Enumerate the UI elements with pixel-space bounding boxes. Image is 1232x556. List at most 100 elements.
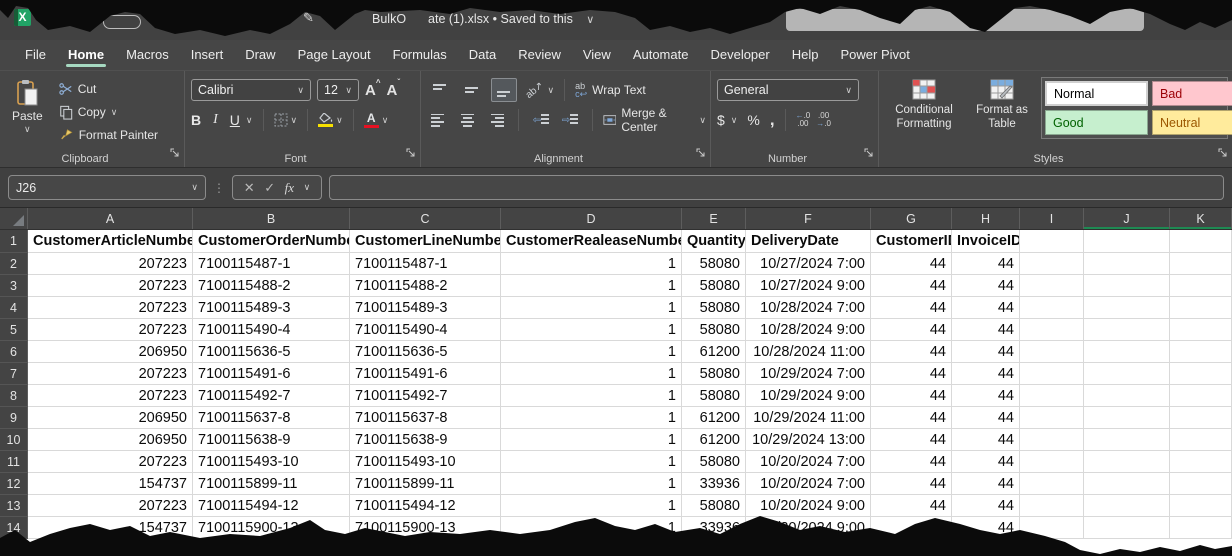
decrease-indent-button[interactable]: ⇦ [529, 108, 552, 132]
cut-button[interactable]: Cut [59, 79, 158, 99]
cell-G1[interactable]: CustomerID [871, 230, 952, 253]
cell-A7[interactable]: 207223 [28, 363, 193, 385]
cell-I14[interactable] [1020, 517, 1084, 539]
cell-I4[interactable] [1020, 297, 1084, 319]
cell-D12[interactable]: 1 [501, 473, 682, 495]
number-format-combo[interactable]: General ∨ [717, 79, 859, 101]
column-header-C[interactable]: C [350, 208, 501, 229]
cell-G12[interactable]: 44 [871, 473, 952, 495]
cell-I6[interactable] [1020, 341, 1084, 363]
cell-H1[interactable]: InvoiceID [952, 230, 1020, 253]
ribbon-tab-power-pivot[interactable]: Power Pivot [829, 40, 920, 70]
align-top-button[interactable] [427, 78, 453, 102]
cell-B2[interactable]: 7100115487-1 [193, 253, 350, 275]
cell-K2[interactable] [1170, 253, 1232, 275]
bold-button[interactable]: B [191, 112, 201, 128]
cell-I9[interactable] [1020, 407, 1084, 429]
cell-B3[interactable]: 7100115488-2 [193, 275, 350, 297]
cell-J3[interactable] [1084, 275, 1170, 297]
ribbon-tab-insert[interactable]: Insert [180, 40, 235, 70]
autosave-toggle[interactable] [103, 15, 141, 29]
cell-H12[interactable]: 44 [952, 473, 1020, 495]
currency-format-button[interactable]: $ [717, 112, 725, 128]
cell-I2[interactable] [1020, 253, 1084, 275]
cell-style-neutral[interactable]: Neutral [1152, 110, 1232, 135]
chevron-down-icon[interactable]: ∨ [304, 183, 311, 192]
cell-D5[interactable]: 1 [501, 319, 682, 341]
cell-A4[interactable]: 207223 [28, 297, 193, 319]
cell-K10[interactable] [1170, 429, 1232, 451]
cell-B4[interactable]: 7100115489-3 [193, 297, 350, 319]
decrease-decimal-button[interactable]: .00→.0 [816, 112, 831, 128]
ribbon-tab-page-layout[interactable]: Page Layout [287, 40, 382, 70]
cell-G2[interactable]: 44 [871, 253, 952, 275]
cell-E1[interactable]: Quantity [682, 230, 746, 253]
column-header-I[interactable]: I [1020, 208, 1084, 229]
cell-G11[interactable]: 44 [871, 451, 952, 473]
cell-H8[interactable]: 44 [952, 385, 1020, 407]
cell-I12[interactable] [1020, 473, 1084, 495]
cell-F13[interactable]: 10/20/2024 9:00 [746, 495, 871, 517]
cell-D7[interactable]: 1 [501, 363, 682, 385]
cell-J5[interactable] [1084, 319, 1170, 341]
cell-E4[interactable]: 58080 [682, 297, 746, 319]
cell-J2[interactable] [1084, 253, 1170, 275]
cell-B6[interactable]: 7100115636-5 [193, 341, 350, 363]
column-header-B[interactable]: B [193, 208, 350, 229]
cell-F7[interactable]: 10/29/2024 7:00 [746, 363, 871, 385]
cell-J12[interactable] [1084, 473, 1170, 495]
ribbon-tab-macros[interactable]: Macros [115, 40, 180, 70]
cell-style-normal[interactable]: Normal [1045, 81, 1148, 106]
cell-J13[interactable] [1084, 495, 1170, 517]
format-painter-button[interactable]: Format Painter [59, 125, 158, 145]
cell-D1[interactable]: CustomerRealeaseNumber [501, 230, 682, 253]
column-header-E[interactable]: E [682, 208, 746, 229]
cell-B11[interactable]: 7100115493-10 [193, 451, 350, 473]
cell-F1[interactable]: DeliveryDate [746, 230, 871, 253]
cell-I3[interactable] [1020, 275, 1084, 297]
ribbon-tab-automate[interactable]: Automate [622, 40, 700, 70]
decrease-font-size-button[interactable]: Aˇ [387, 83, 401, 98]
dialog-launcher-icon[interactable] [864, 145, 874, 163]
row-header-2[interactable]: 2 [0, 253, 28, 275]
select-all-corner[interactable] [0, 208, 28, 229]
cell-A6[interactable]: 206950 [28, 341, 193, 363]
cell-G4[interactable]: 44 [871, 297, 952, 319]
cell-F3[interactable]: 10/27/2024 9:00 [746, 275, 871, 297]
column-header-F[interactable]: F [746, 208, 871, 229]
cell-C3[interactable]: 7100115488-2 [350, 275, 501, 297]
ribbon-tab-help[interactable]: Help [781, 40, 830, 70]
row-header-13[interactable]: 13 [0, 495, 28, 517]
cell-C9[interactable]: 7100115637-8 [350, 407, 501, 429]
row-header-1[interactable]: 1 [0, 230, 28, 253]
cell-K4[interactable] [1170, 297, 1232, 319]
row-header-5[interactable]: 5 [0, 319, 28, 341]
increase-indent-button[interactable]: ⇨ [559, 108, 582, 132]
cell-D6[interactable]: 1 [501, 341, 682, 363]
cell-G10[interactable]: 44 [871, 429, 952, 451]
cell-I1[interactable] [1020, 230, 1084, 253]
cell-C14[interactable]: 7100115900-13 [350, 517, 501, 539]
row-header-11[interactable]: 11 [0, 451, 28, 473]
row-header-8[interactable]: 8 [0, 385, 28, 407]
cell-A8[interactable]: 207223 [28, 385, 193, 407]
cell-C2[interactable]: 7100115487-1 [350, 253, 501, 275]
comma-format-button[interactable]: , [770, 115, 775, 125]
cell-E3[interactable]: 58080 [682, 275, 746, 297]
increase-decimal-button[interactable]: ←.0.00 [796, 112, 811, 128]
cell-F6[interactable]: 10/28/2024 11:00 [746, 341, 871, 363]
copy-button[interactable]: Copy ∨ [59, 102, 158, 122]
font-name-combo[interactable]: Calibri ∨ [191, 79, 311, 101]
cell-A11[interactable]: 207223 [28, 451, 193, 473]
align-right-button[interactable] [485, 108, 508, 132]
cell-F8[interactable]: 10/29/2024 9:00 [746, 385, 871, 407]
chevron-down-icon[interactable]: ∨ [246, 116, 253, 125]
cell-A9[interactable]: 206950 [28, 407, 193, 429]
row-header-3[interactable]: 3 [0, 275, 28, 297]
cell-A12[interactable]: 154737 [28, 473, 193, 495]
cell-style-bad[interactable]: Bad [1152, 81, 1232, 106]
cell-G9[interactable]: 44 [871, 407, 952, 429]
cell-F14[interactable]: 10/20/2024 9:00 [746, 517, 871, 539]
cell-H6[interactable]: 44 [952, 341, 1020, 363]
column-header-D[interactable]: D [501, 208, 682, 229]
